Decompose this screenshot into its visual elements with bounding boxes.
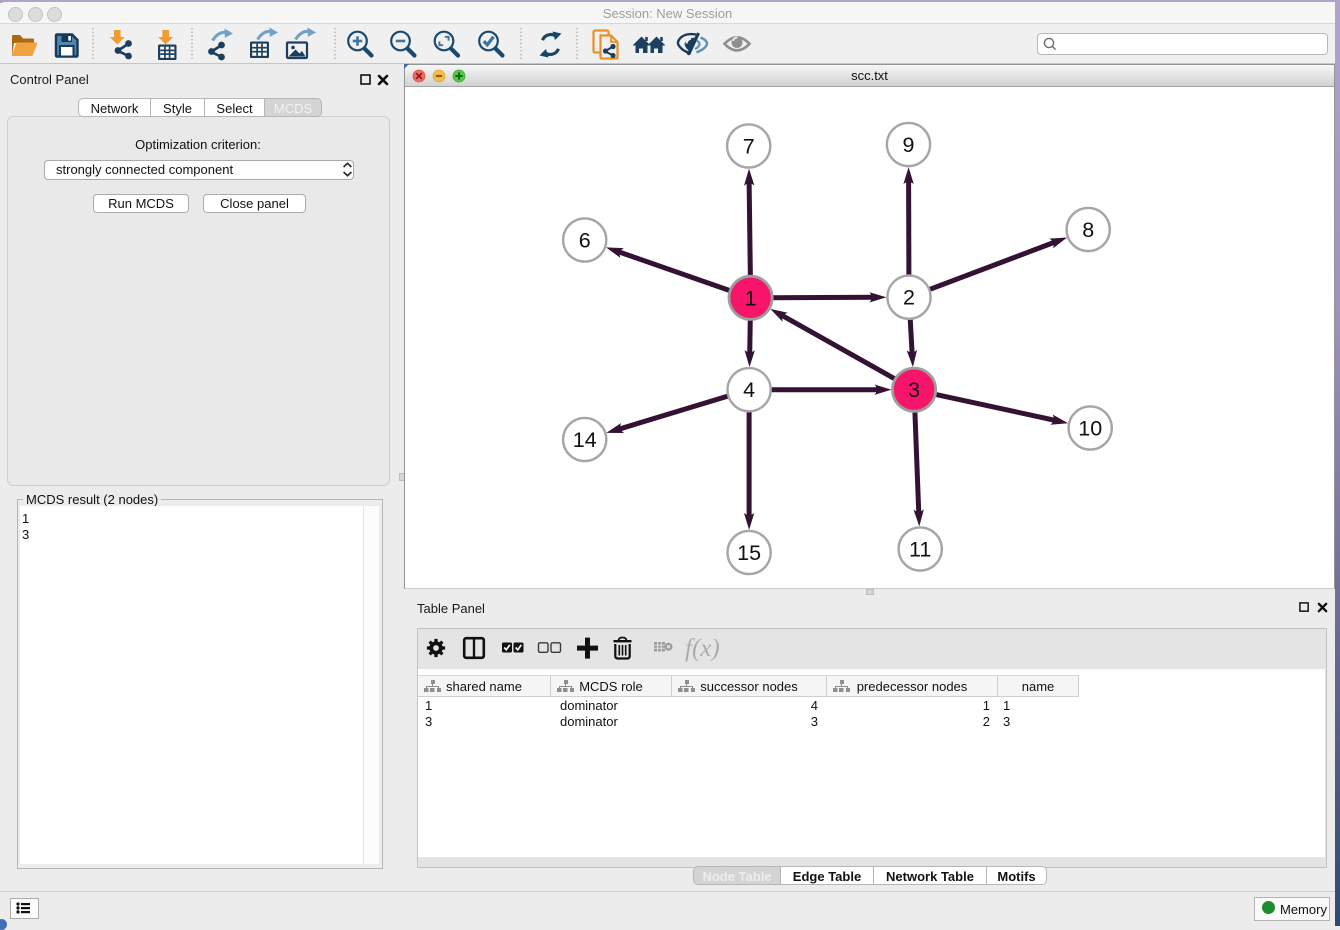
- svg-text:8: 8: [1082, 218, 1094, 242]
- svg-text:14: 14: [573, 428, 597, 452]
- svg-text:1: 1: [745, 286, 757, 310]
- svg-text:10: 10: [1078, 417, 1102, 441]
- svg-text:4: 4: [743, 378, 755, 402]
- svg-text:9: 9: [903, 133, 915, 157]
- svg-text:f(x): f(x): [685, 635, 720, 662]
- svg-text:15: 15: [737, 541, 761, 565]
- svg-text:3: 3: [908, 378, 920, 402]
- svg-text:6: 6: [579, 229, 591, 253]
- svg-text:11: 11: [909, 538, 931, 562]
- svg-text:7: 7: [743, 135, 755, 159]
- svg-text:2: 2: [903, 286, 915, 310]
